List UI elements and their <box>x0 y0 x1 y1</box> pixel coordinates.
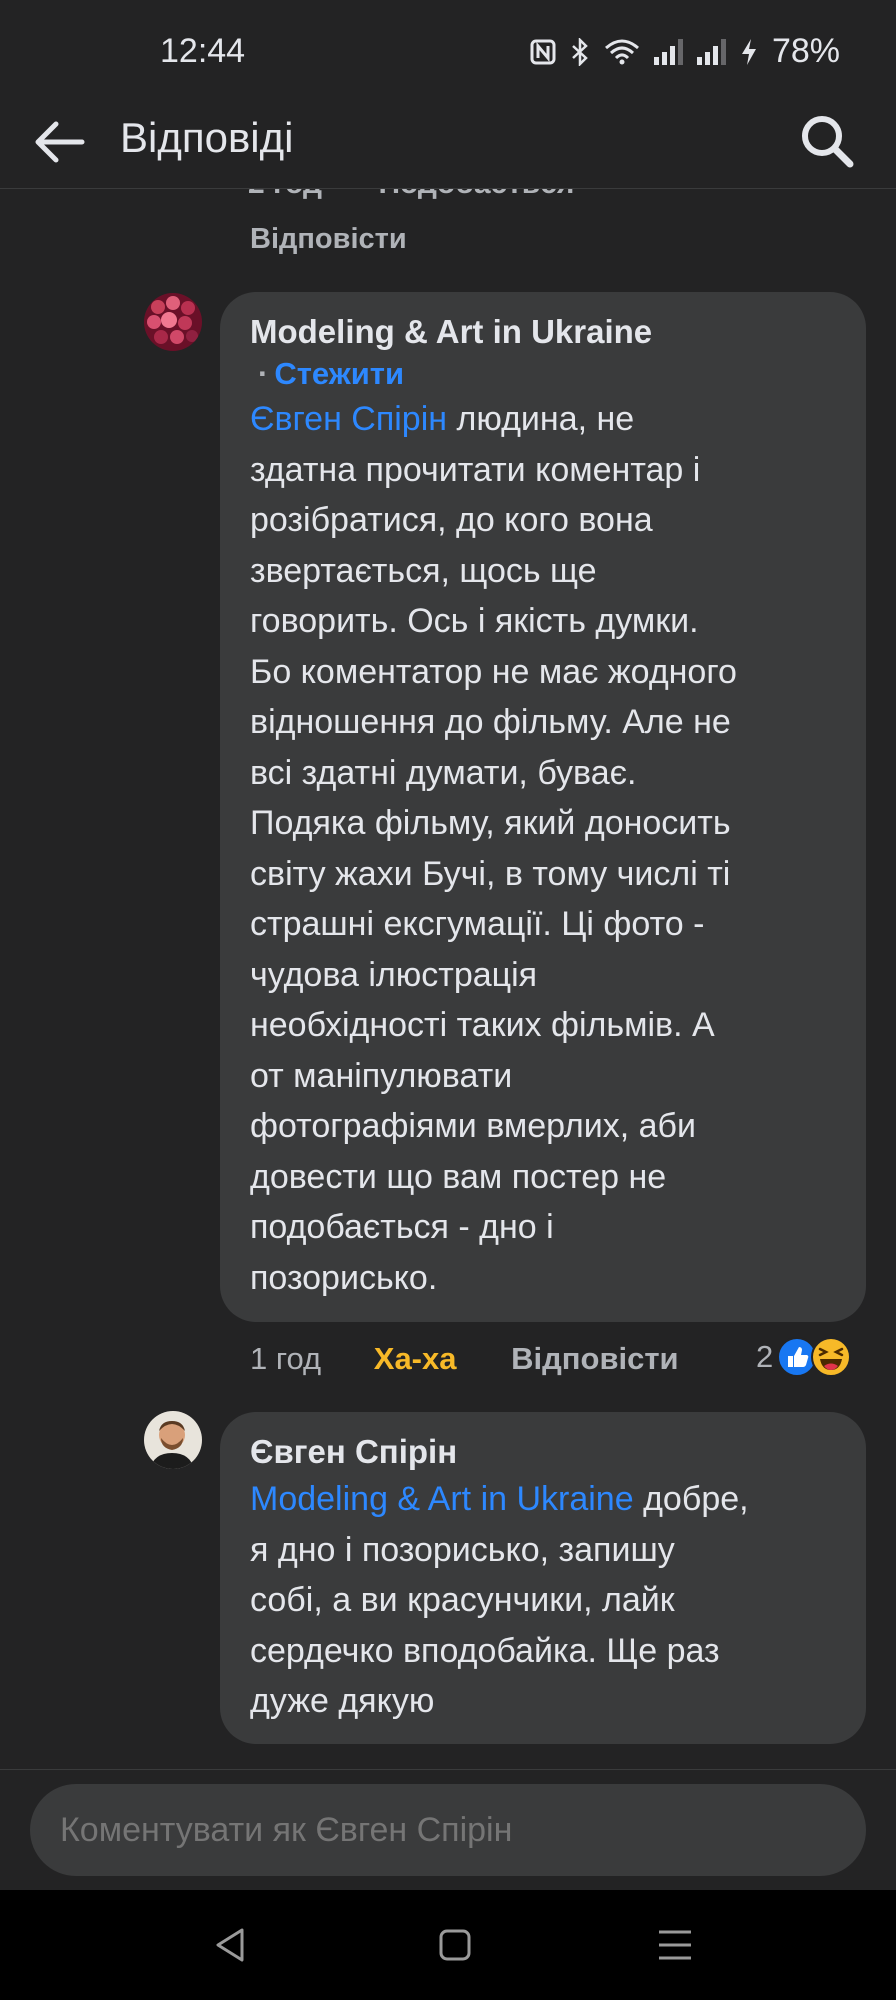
status-icons: 78% <box>530 32 840 71</box>
comment-author[interactable]: Modeling & Art in Ukraine <box>250 310 838 354</box>
mention-link[interactable]: Євген Спірін <box>250 400 447 438</box>
mention-link[interactable]: Modeling & Art in Ukraine <box>250 1480 634 1518</box>
avatar[interactable] <box>144 293 202 351</box>
comment-bubble[interactable]: Modeling & Art in Ukraine · Стежити Євген… <box>220 292 866 1322</box>
signal-2-icon <box>696 38 726 65</box>
nfc-icon <box>530 39 556 64</box>
comment-line: я дно і позорисько, запишу <box>250 1530 675 1569</box>
search-icon[interactable] <box>796 110 858 172</box>
previous-comment-time: 2 год <box>248 189 322 200</box>
previous-reply-button[interactable]: Відповісти <box>250 223 407 256</box>
page-title: Відповіді <box>120 114 294 161</box>
comment-line: чудова ілюстрація <box>250 955 538 994</box>
follow-label[interactable]: Стежити <box>274 356 404 391</box>
comment-line: подобається - дно і <box>250 1208 554 1246</box>
comment-time: 1 год <box>250 1341 322 1376</box>
comment-line: світу жахи Бучі, в тому числі ті <box>250 854 731 893</box>
comment-line: здатна прочитати коментар і <box>250 450 701 489</box>
comment-author[interactable]: Євген Спірін <box>250 1430 838 1474</box>
comment-line: довести що вам постер не <box>250 1157 667 1196</box>
previous-comment-actions: 2 год Подобається <box>248 189 622 201</box>
haha-button[interactable]: Ха-ха <box>374 1341 457 1376</box>
signal-1-icon <box>653 38 683 65</box>
comment-line: Modeling & Art in Ukraine добре, <box>250 1480 749 1518</box>
comment-input[interactable] <box>30 1784 866 1876</box>
previous-like-button[interactable]: Подобається <box>378 189 574 200</box>
comment-line: всі здатні думати, буває. <box>250 753 637 792</box>
avatar[interactable] <box>144 1411 202 1469</box>
comment-line: страшні ексгумації. Ці фото - <box>250 905 705 943</box>
comment-line: необхідності таких фільмів. А <box>250 1006 715 1044</box>
nav-recents-icon[interactable] <box>650 1920 700 1970</box>
battery-percent: 78% <box>771 32 840 70</box>
system-nav-bar <box>0 1890 896 2000</box>
comment-line: сердечко вподобайка. Ще раз <box>250 1631 720 1670</box>
comment-text: Modeling & Art in Ukraine добре, я дно і… <box>250 1474 838 1727</box>
comment-composer-bar <box>0 1769 896 1890</box>
status-bar: 12:44 78% <box>0 0 896 100</box>
comment-line: позорисько. <box>250 1258 438 1297</box>
comment-line: звертається, щось ще <box>250 551 597 590</box>
charging-icon <box>741 38 756 65</box>
comment-line: Євген Спірін людина, не <box>250 400 635 438</box>
comment-line: собі, а ви красунчики, лайк <box>250 1581 675 1619</box>
comment-line: відношення до фільму. Але не <box>250 703 731 741</box>
comment-text: Євген Спірін людина, не здатна прочитати… <box>250 394 838 1303</box>
wifi-icon <box>604 39 639 64</box>
replies-list: 2 год Подобається Відповісти Modeling & … <box>0 189 896 1769</box>
reaction-summary[interactable]: 2 <box>756 1337 852 1377</box>
comment-bubble[interactable]: Євген Спірін Modeling & Art in Ukraine д… <box>220 1412 866 1744</box>
reply-button[interactable]: Відповісти <box>511 1341 679 1376</box>
comment-line: дуже дякую <box>250 1682 435 1720</box>
comment-line: говорить. Ось і якість думки. <box>250 602 699 640</box>
comment-line: от маніпулювати <box>250 1056 513 1095</box>
comment-line: Подяка фільму, який доносить <box>250 804 731 842</box>
reaction-count: 2 <box>756 1339 774 1374</box>
comment-line: Бо коментатор не має жодного <box>250 652 737 691</box>
app-bar: Відповіді <box>0 100 896 189</box>
comment-actions: 1 год Ха-ха Відповісти <box>250 1341 679 1377</box>
follow-separator: · <box>258 356 269 391</box>
nav-home-icon[interactable] <box>430 1920 480 1970</box>
bluetooth-icon <box>572 37 588 66</box>
comment-line: фотографіями вмерлих, аби <box>250 1107 697 1145</box>
haha-icon <box>811 1337 852 1377</box>
comment-line: розібратися, до кого вона <box>250 501 653 539</box>
follow-button[interactable]: · Стежити <box>250 354 838 394</box>
arrow-left-icon[interactable] <box>30 112 90 172</box>
nav-back-icon[interactable] <box>206 1920 256 1970</box>
status-time: 12:44 <box>160 32 246 70</box>
